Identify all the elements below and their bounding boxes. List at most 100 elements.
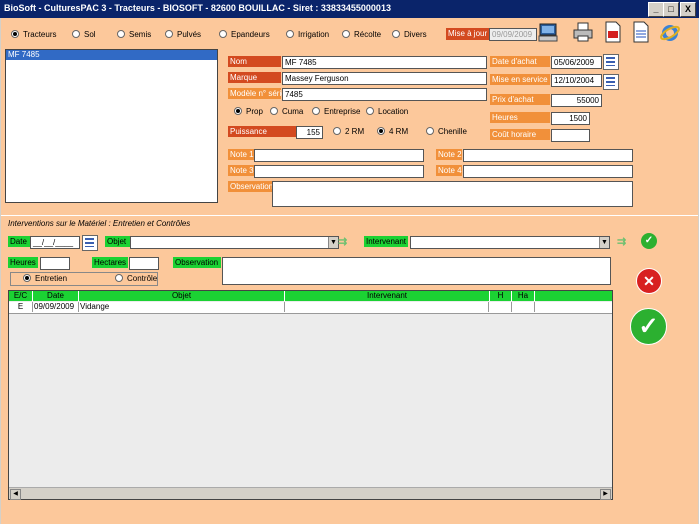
radio-icon xyxy=(115,273,123,282)
arrow-icon[interactable]: ⇉ xyxy=(617,236,633,248)
chevron-down-icon[interactable]: ▼ xyxy=(599,237,609,248)
radio-cuma[interactable]: Cuma xyxy=(270,106,303,116)
column-header[interactable]: Ha xyxy=(512,291,535,301)
nav-epandeurs[interactable]: Epandeurs xyxy=(219,29,270,39)
tractor-list[interactable]: MF 7485 xyxy=(5,49,218,203)
intervention-heures-field[interactable] xyxy=(40,257,70,270)
list-item[interactable]: MF 7485 xyxy=(6,50,217,60)
intervention-observation-label: Observation xyxy=(173,257,221,268)
table-cell: 09/09/2009 xyxy=(33,302,79,312)
close-button[interactable]: X xyxy=(680,2,696,17)
mise-service-label: Mise en service xyxy=(490,74,550,85)
prix-label: Prix d'achat xyxy=(490,94,550,105)
minimize-button[interactable]: _ xyxy=(648,2,664,17)
note3-field[interactable] xyxy=(254,165,424,178)
note4-field[interactable] xyxy=(463,165,633,178)
column-header[interactable]: Objet xyxy=(79,291,285,301)
puissance-label: Puissance xyxy=(228,126,296,137)
radio-entretien[interactable]: Entretien xyxy=(23,273,67,283)
intervention-date-field[interactable]: __/__/____ xyxy=(30,236,80,249)
radio-icon xyxy=(72,29,80,38)
heures-field[interactable]: 1500 xyxy=(551,112,590,125)
internet-explorer-icon[interactable] xyxy=(659,21,681,43)
observation-field[interactable] xyxy=(272,181,633,207)
mise-service-field[interactable]: 12/10/2004 xyxy=(551,74,602,87)
hectares-field[interactable] xyxy=(129,257,159,270)
puissance-field[interactable]: 155 xyxy=(296,126,323,139)
scroll-right-icon[interactable]: ▶ xyxy=(600,489,611,500)
radio-icon xyxy=(366,106,374,115)
column-header[interactable]: H xyxy=(490,291,512,301)
table-cell xyxy=(512,302,535,312)
radio-entreprise[interactable]: Entreprise xyxy=(312,106,360,116)
intervenant-label: Intervenant xyxy=(364,236,408,247)
nav-recolte[interactable]: Récolte xyxy=(342,29,381,39)
calendar-icon[interactable] xyxy=(82,235,98,251)
cancel-button[interactable]: ✕ xyxy=(636,268,662,294)
date-achat-field[interactable]: 05/06/2009 xyxy=(551,56,602,69)
window-title: BioSoft - CulturesPAC 3 - Tracteurs - BI… xyxy=(4,3,391,13)
printer-icon[interactable] xyxy=(572,21,594,43)
radio-prop[interactable]: Prop xyxy=(234,106,263,116)
nav-tracteurs[interactable]: Tracteurs xyxy=(11,29,57,39)
calendar-icon[interactable] xyxy=(603,74,619,90)
nav-pulves[interactable]: Pulvés xyxy=(165,29,201,39)
interventions-grid[interactable]: E/C Date Objet Intervenant H Ha E 09/09/… xyxy=(8,290,613,500)
chevron-down-icon[interactable]: ▼ xyxy=(328,237,338,248)
validate-button[interactable]: ✓ xyxy=(630,308,667,345)
nav-irrigation[interactable]: Irrigation xyxy=(286,29,329,39)
intervention-date-label: Date xyxy=(8,236,30,247)
radio-2rm[interactable]: 2 RM xyxy=(333,126,364,136)
note3-label: Note 3 xyxy=(228,165,254,176)
interventions-title: Interventions sur le Matériel : Entretie… xyxy=(8,219,191,228)
observation-label: Observation xyxy=(228,181,274,192)
table-cell: Vidange xyxy=(79,302,285,312)
radio-icon xyxy=(286,29,294,38)
radio-controle[interactable]: Contrôle xyxy=(115,273,157,283)
table-cell: E xyxy=(9,302,33,312)
horizontal-scrollbar[interactable]: ◀ ▶ xyxy=(9,487,612,500)
column-header[interactable]: E/C xyxy=(9,291,33,301)
marque-field[interactable]: Massey Ferguson xyxy=(282,72,487,85)
pdf-icon[interactable] xyxy=(602,21,624,43)
note1-field[interactable] xyxy=(254,149,424,162)
date-achat-label: Date d'achat xyxy=(490,56,550,67)
radio-icon xyxy=(23,273,31,282)
radio-4rm[interactable]: 4 RM xyxy=(377,126,408,136)
cout-field[interactable] xyxy=(551,129,590,142)
note2-field[interactable] xyxy=(463,149,633,162)
radio-icon xyxy=(270,106,278,115)
validate-small-icon[interactable]: ✓ xyxy=(641,233,657,249)
objet-combo[interactable]: ▼ xyxy=(130,236,339,249)
radio-icon xyxy=(312,106,320,115)
radio-location[interactable]: Location xyxy=(366,106,408,116)
column-header[interactable]: Date xyxy=(33,291,79,301)
radio-icon xyxy=(426,126,434,135)
nav-semis[interactable]: Semis xyxy=(117,29,151,39)
radio-icon xyxy=(234,106,242,115)
radio-chenille[interactable]: Chenille xyxy=(426,126,467,136)
computer-icon[interactable] xyxy=(537,21,559,43)
calendar-icon[interactable] xyxy=(603,54,619,70)
radio-icon xyxy=(342,29,350,38)
scroll-left-icon[interactable]: ◀ xyxy=(10,489,21,500)
intervention-observation-field[interactable] xyxy=(222,257,611,285)
table-row[interactable]: E 09/09/2009 Vidange xyxy=(9,302,612,314)
table-cell xyxy=(285,302,489,312)
prix-field[interactable]: 55000 xyxy=(551,94,602,107)
arrow-icon[interactable]: ⇉ xyxy=(338,236,354,248)
marque-label: Marque xyxy=(228,72,281,83)
divider xyxy=(0,215,699,216)
update-label: Mise à jour xyxy=(446,28,490,40)
column-header[interactable]: Intervenant xyxy=(285,291,490,301)
nav-divers[interactable]: Divers xyxy=(392,29,427,39)
rtf-icon[interactable] xyxy=(630,21,652,43)
hectares-label: Hectares xyxy=(92,257,128,268)
note1-label: Note 1 xyxy=(228,149,254,160)
nav-sol[interactable]: Sol xyxy=(72,29,96,39)
cout-label: Coût horaire xyxy=(490,129,550,140)
intervenant-combo[interactable]: ▼ xyxy=(410,236,610,249)
maximize-button[interactable]: □ xyxy=(663,2,679,17)
nom-field[interactable]: MF 7485 xyxy=(282,56,487,69)
modele-field[interactable]: 7485 xyxy=(282,88,487,101)
